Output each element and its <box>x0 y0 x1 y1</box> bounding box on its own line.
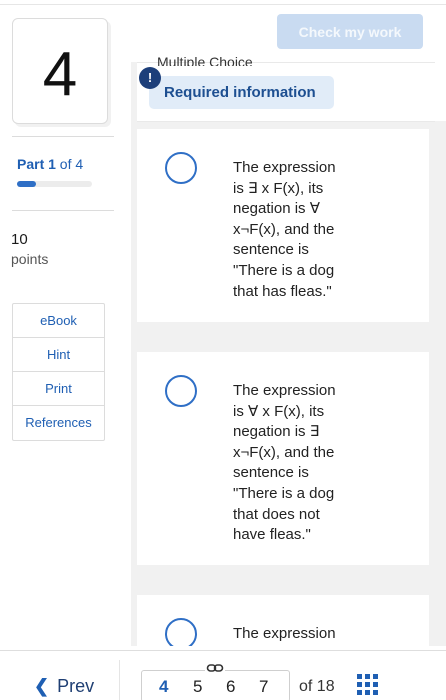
answer-option-2[interactable]: The expression is ∀ x F(x), its negation… <box>137 352 429 565</box>
page-link-current[interactable]: 4 <box>159 677 168 697</box>
answer-text: The expression <box>233 624 353 645</box>
answer-line: "There is a dog <box>233 261 335 279</box>
answer-line: x¬F(x), and the <box>233 220 335 238</box>
page-link[interactable]: 6 <box>226 677 235 697</box>
required-information-badge[interactable]: Required information <box>149 76 334 109</box>
part-progress-fill <box>17 181 36 187</box>
required-information-label: Required information <box>164 84 316 101</box>
answer-line: sentence is <box>233 464 309 482</box>
answer-line: The expression <box>233 382 336 399</box>
chain-link-icon-graphic <box>206 664 224 672</box>
alert-icon: ! <box>139 67 161 89</box>
radio-button[interactable] <box>165 618 197 646</box>
points-value: 10 <box>11 231 28 248</box>
chain-link-icon <box>205 662 225 676</box>
footer-border <box>0 650 446 651</box>
answer-line: The expression <box>233 625 336 642</box>
left-divider <box>12 210 114 211</box>
page-link[interactable]: 5 <box>193 677 202 697</box>
answer-line: "There is a dog <box>233 484 335 502</box>
print-link[interactable]: Print <box>13 372 104 406</box>
prev-button[interactable]: ❮ Prev <box>34 676 94 697</box>
answer-option-1[interactable]: The expression is ∃ x F(x), its negation… <box>137 129 429 322</box>
part-label: Part 1 <box>17 156 56 172</box>
part-progress-bar <box>17 181 92 187</box>
page-link[interactable]: 7 <box>259 677 268 697</box>
prev-label: Prev <box>57 676 95 696</box>
page-total: of 18 <box>299 678 335 695</box>
top-border <box>0 4 446 5</box>
ebook-link[interactable]: eBook <box>13 304 104 338</box>
chevron-left-icon: ❮ <box>34 676 50 696</box>
part-of-total: of 4 <box>55 156 84 172</box>
radio-button[interactable] <box>165 375 197 407</box>
answer-option-3[interactable]: The expression <box>137 595 429 646</box>
question-number-card: 4 <box>12 18 108 124</box>
answer-line: negation is ∃ <box>233 423 320 441</box>
answer-text: The expression is ∃ x F(x), its negation… <box>233 158 353 302</box>
answer-line: x¬F(x), and the <box>233 443 335 461</box>
references-link[interactable]: References <box>13 406 104 440</box>
check-my-work-button[interactable]: Check my work <box>277 14 423 49</box>
radio-button[interactable] <box>165 152 197 184</box>
tools-panel: eBook Hint Print References <box>12 303 105 441</box>
question-number: 4 <box>42 40 78 109</box>
answer-line: have fleas." <box>233 526 311 544</box>
answer-line: The expression <box>233 159 336 176</box>
points-label: points <box>11 251 49 267</box>
answer-line: sentence is <box>233 241 309 259</box>
answer-line: that has fleas." <box>233 282 332 300</box>
answer-text: The expression is ∀ x F(x), its negation… <box>233 381 353 546</box>
question-type: Multiple Choice <box>157 54 253 66</box>
answer-line: is ∃ x F(x), its <box>233 179 324 197</box>
answer-line: that does not <box>233 505 320 523</box>
grid-icon[interactable] <box>357 674 378 695</box>
answer-line: is ∀ x F(x), its <box>233 402 325 420</box>
footer-divider <box>119 660 120 700</box>
hint-link[interactable]: Hint <box>13 338 104 372</box>
left-divider <box>12 136 114 137</box>
answer-line: negation is ∀ <box>233 200 320 218</box>
part-indicator: Part 1 of 4 <box>17 156 83 172</box>
